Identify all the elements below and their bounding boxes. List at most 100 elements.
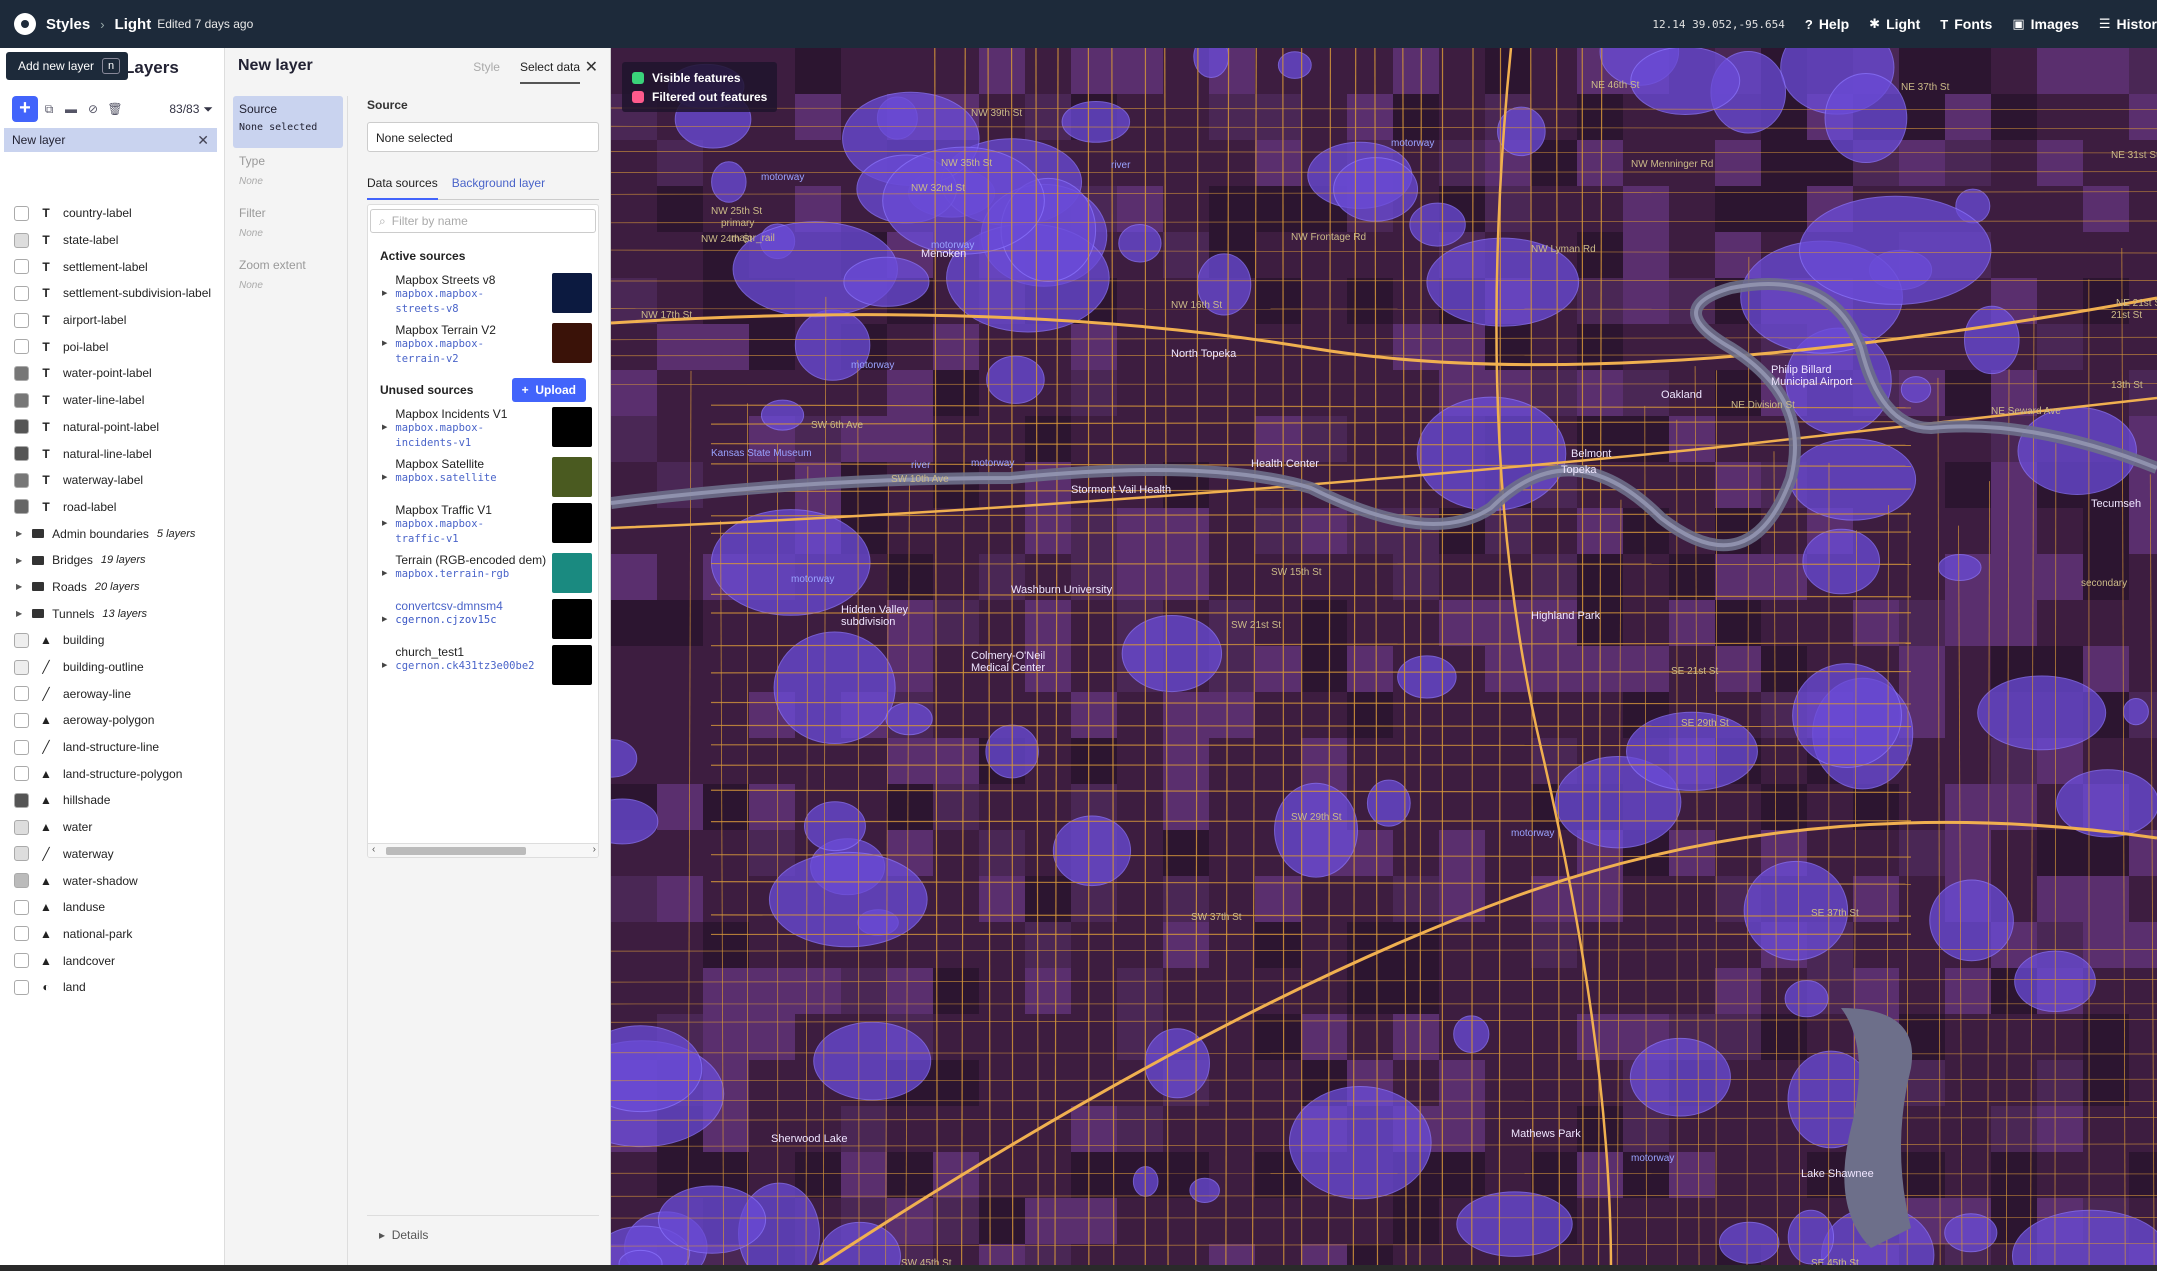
tab-background-layer[interactable]: Background layer <box>452 176 545 199</box>
caret-right-icon[interactable]: ▶ <box>382 339 387 347</box>
step-zoom-extent[interactable]: Zoom extent None <box>233 252 343 304</box>
breadcrumb-styles[interactable]: Styles <box>46 16 90 33</box>
breadcrumb-style-name[interactable]: Light <box>115 16 152 33</box>
close-icon[interactable]: ✕ <box>197 132 209 149</box>
source-row[interactable]: ▶ convertcsv-dmnsm4 cgernon.cjzov15c <box>368 597 598 643</box>
caret-right-icon[interactable]: ▶ <box>382 615 387 623</box>
caret-right-icon[interactable]: ▶ <box>382 569 387 577</box>
layer-row[interactable]: ╱ land-structure-line <box>0 734 225 761</box>
source-row[interactable]: ▶ Terrain (RGB-encoded dem) mapbox.terrain… <box>368 551 598 597</box>
layer-color-swatch[interactable] <box>14 419 29 435</box>
caret-right-icon[interactable]: ▶ <box>382 519 387 527</box>
hide-layer-icon[interactable]: ⊘ <box>82 98 104 120</box>
mapbox-logo-icon[interactable] <box>14 13 36 35</box>
layer-group-row[interactable]: ▶ Roads 20 layers <box>0 574 225 601</box>
layer-row[interactable]: Tnatural-point-label <box>0 414 225 441</box>
caret-right-icon[interactable]: ▶ <box>16 529 22 538</box>
layer-color-swatch[interactable] <box>14 792 29 808</box>
duplicate-layer-icon[interactable]: ⧉ <box>38 98 60 120</box>
layer-color-swatch[interactable] <box>14 205 29 221</box>
layer-row[interactable]: Twater-line-label <box>0 387 225 414</box>
layer-color-swatch[interactable] <box>14 686 29 702</box>
layer-color-swatch[interactable] <box>14 712 29 728</box>
layer-color-swatch[interactable] <box>14 953 29 969</box>
layer-row[interactable]: ▲ hillshade <box>0 787 225 814</box>
scroll-right-icon[interactable]: › <box>593 844 596 855</box>
source-row[interactable]: ▶ church_test1 cgernon.ck431tz3e00be2 <box>368 643 598 689</box>
layer-row[interactable]: ╱ aeroway-line <box>0 680 225 707</box>
layer-row[interactable]: ▲ national-park <box>0 921 225 948</box>
layer-row[interactable]: ▲ building <box>0 627 225 654</box>
layer-color-swatch[interactable] <box>14 285 29 301</box>
layer-row[interactable]: Tpoi-label <box>0 333 225 360</box>
layer-color-swatch[interactable] <box>14 819 29 835</box>
layer-group-row[interactable]: ▶ Bridges 19 layers <box>0 547 225 574</box>
layer-row[interactable]: ╱ building-outline <box>0 654 225 681</box>
details-toggle[interactable]: ▸ Details <box>367 1215 599 1242</box>
layer-color-swatch[interactable] <box>14 312 29 328</box>
layer-color-swatch[interactable] <box>14 259 29 275</box>
layer-color-swatch[interactable] <box>14 846 29 862</box>
layer-row[interactable]: Twaterway-label <box>0 467 225 494</box>
layer-color-swatch[interactable] <box>14 979 29 995</box>
filter-input[interactable]: ⌕ Filter by name <box>370 209 596 233</box>
layer-row[interactable]: Troad-label <box>0 494 225 521</box>
history-button[interactable]: ☰ Histor <box>2099 16 2157 32</box>
layer-row[interactable]: ▲ aeroway-polygon <box>0 707 225 734</box>
horizontal-scrollbar[interactable]: ‹ › <box>368 843 598 857</box>
scrollbar-thumb[interactable] <box>386 847 526 855</box>
source-row[interactable]: ▶ Mapbox Incidents V1 mapbox.mapbox-incide… <box>368 405 598 455</box>
layer-color-swatch[interactable] <box>14 232 29 248</box>
tab-style[interactable]: Style <box>473 60 500 84</box>
new-layer-row[interactable]: New layer ✕ <box>4 128 217 152</box>
layer-color-swatch[interactable] <box>14 446 29 462</box>
layer-row[interactable]: Tnatural-line-label <box>0 440 225 467</box>
tab-select-data[interactable]: Select data <box>519 60 580 84</box>
layer-row[interactable]: Tairport-label <box>0 307 225 334</box>
caret-right-icon[interactable]: ▶ <box>382 473 387 481</box>
upload-button[interactable]: + Upload <box>511 378 586 402</box>
step-filter[interactable]: Filter None <box>233 200 343 252</box>
tab-data-sources[interactable]: Data sources <box>367 176 438 200</box>
scroll-left-icon[interactable]: ‹ <box>372 844 375 855</box>
add-layer-button[interactable]: + <box>12 96 38 122</box>
close-panel-icon[interactable]: ✕ <box>585 57 598 77</box>
group-folder-icon[interactable]: ▬ <box>60 98 82 120</box>
fonts-button[interactable]: T Fonts <box>1940 16 1992 32</box>
map-canvas[interactable]: NW 39th St NW 35th St NW 32nd St NW 25th St… <box>611 48 2157 1271</box>
help-button[interactable]: ? Help <box>1805 16 1849 32</box>
step-source[interactable]: Source None selected <box>233 96 343 148</box>
layer-row[interactable]: Tcountry-label <box>0 200 225 227</box>
step-type[interactable]: Type None <box>233 148 343 200</box>
caret-right-icon[interactable]: ▶ <box>382 423 387 431</box>
layer-color-swatch[interactable] <box>14 392 29 408</box>
caret-right-icon[interactable]: ▶ <box>16 609 22 618</box>
source-row[interactable]: ▶ Mapbox Streets v8 mapbox.mapbox-streets-… <box>368 271 598 321</box>
layer-color-swatch[interactable] <box>14 766 29 782</box>
layer-color-swatch[interactable] <box>14 339 29 355</box>
layer-color-swatch[interactable] <box>14 499 29 515</box>
layer-color-swatch[interactable] <box>14 632 29 648</box>
layer-row[interactable]: Tsettlement-subdivision-label <box>0 280 225 307</box>
layer-row[interactable]: ▲ land-structure-polygon <box>0 760 225 787</box>
layer-row[interactable]: ▲ landcover <box>0 947 225 974</box>
layer-color-swatch[interactable] <box>14 365 29 381</box>
layer-row[interactable]: Twater-point-label <box>0 360 225 387</box>
source-row[interactable]: ▶ Mapbox Traffic V1 mapbox.mapbox-traffic-… <box>368 501 598 551</box>
source-row[interactable]: ▶ Mapbox Terrain V2 mapbox.mapbox-terrain-… <box>368 321 598 371</box>
delete-layer-icon[interactable]: 🗑 <box>104 98 126 120</box>
layer-color-swatch[interactable] <box>14 472 29 488</box>
layer-color-swatch[interactable] <box>14 899 29 915</box>
filter-icon[interactable]: ⏷ <box>203 102 213 117</box>
source-row[interactable]: ▶ Mapbox Satellite mapbox.satellite <box>368 455 598 501</box>
caret-right-icon[interactable]: ▶ <box>16 582 22 591</box>
source-select[interactable]: None selected <box>367 122 599 152</box>
theme-button[interactable]: ✱ Light <box>1869 16 1920 32</box>
layer-count[interactable]: 83/83 ⏷ <box>169 102 213 117</box>
layer-color-swatch[interactable] <box>14 739 29 755</box>
layer-row[interactable]: ▲ landuse <box>0 894 225 921</box>
layer-color-swatch[interactable] <box>14 659 29 675</box>
caret-right-icon[interactable]: ▶ <box>16 556 22 565</box>
layer-row[interactable]: ▲ water-shadow <box>0 867 225 894</box>
caret-right-icon[interactable]: ▶ <box>382 289 387 297</box>
